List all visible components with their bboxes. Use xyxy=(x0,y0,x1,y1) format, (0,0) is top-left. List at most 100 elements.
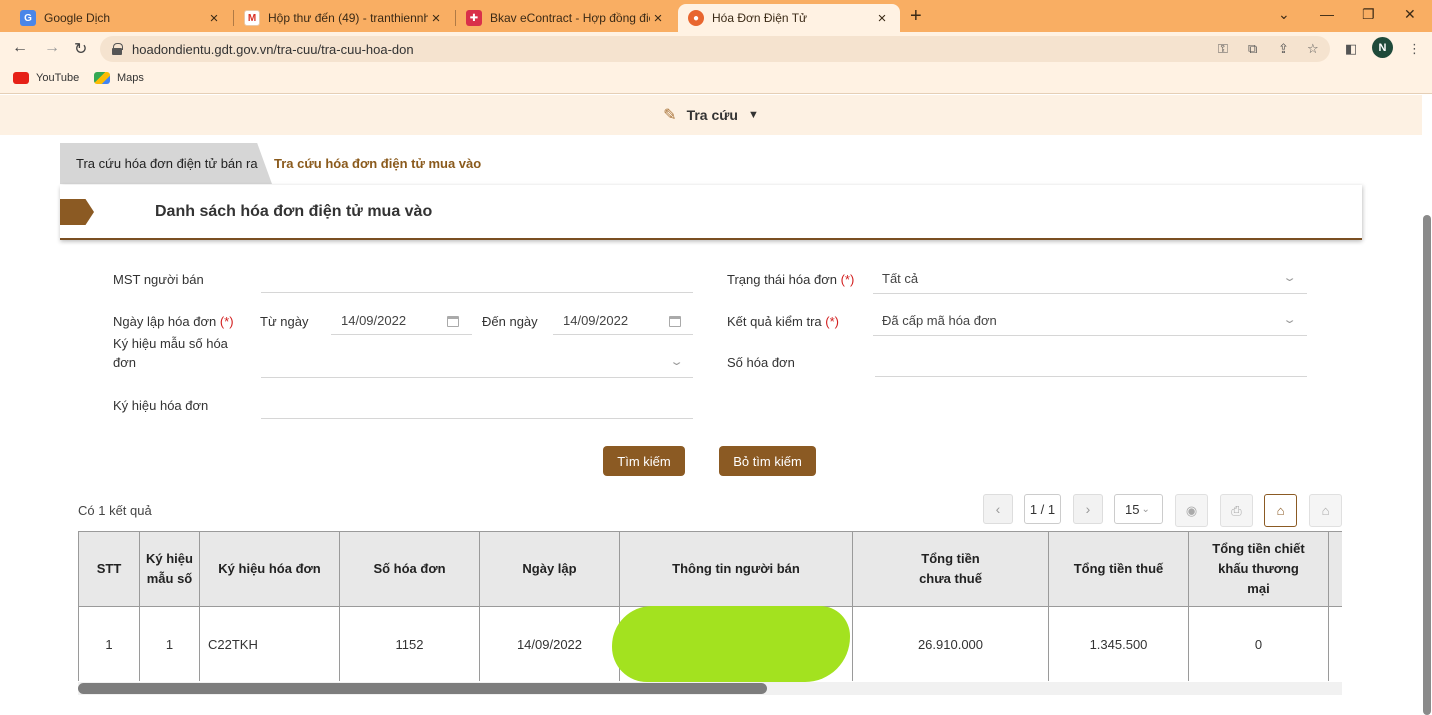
forward-arrow-icon[interactable]: → xyxy=(44,39,60,57)
minimize-icon[interactable]: — xyxy=(1320,6,1334,22)
bookmark-maps[interactable]: Maps xyxy=(94,72,144,84)
col-template-code[interactable]: Ký hiệu mẫu số xyxy=(139,531,200,607)
invoice-status-label: Trạng thái hóa đơn (*) xyxy=(727,272,855,287)
clear-search-button[interactable]: Bỏ tìm kiếm xyxy=(719,446,816,476)
view-detail-icon[interactable]: ◉ xyxy=(1175,494,1208,527)
reload-icon[interactable]: ↻ xyxy=(74,39,87,59)
calendar-icon[interactable] xyxy=(447,316,459,327)
redaction-mark xyxy=(612,606,850,682)
result-count: Có 1 kết quả xyxy=(78,503,152,518)
back-arrow-icon[interactable]: ← xyxy=(12,39,28,57)
export-excel-icon[interactable]: ⌂ xyxy=(1264,494,1297,527)
caret-down-icon[interactable]: ▼ xyxy=(748,109,759,121)
close-icon[interactable]: × xyxy=(206,10,222,27)
close-icon[interactable]: × xyxy=(650,10,666,27)
search-document-icon: ✎ xyxy=(663,107,677,124)
profile-avatar[interactable]: N xyxy=(1372,37,1393,58)
restore-icon[interactable]: ❐ xyxy=(1362,6,1375,23)
col-invoice-number[interactable]: Số hóa đơn xyxy=(339,531,480,607)
col-seller-info[interactable]: Thông tin người bán xyxy=(619,531,853,607)
col-total-before-tax[interactable]: Tổng tiền chưa thuế xyxy=(852,531,1049,607)
cell-stt: 1 xyxy=(78,606,140,681)
window-close-icon[interactable]: ✕ xyxy=(1404,6,1416,23)
col-issue-date[interactable]: Ngày lập xyxy=(479,531,620,607)
col-total-tax[interactable]: Tổng tiền thuế xyxy=(1048,531,1189,607)
seller-tax-code-input[interactable] xyxy=(261,292,693,293)
tab-title: Bkav eContract - Hợp đồng điện xyxy=(490,11,650,25)
new-tab-plus-icon[interactable]: + xyxy=(910,5,922,28)
from-date-value[interactable]: 14/09/2022 xyxy=(341,313,406,328)
youtube-icon xyxy=(13,72,29,84)
col-overflow xyxy=(1328,531,1342,607)
section-header: Danh sách hóa đơn điện tử mua vào xyxy=(60,185,1362,240)
bookmark-label: Maps xyxy=(117,72,144,84)
tab-gmail[interactable]: M Hộp thư đến (49) - tranthiennhar × xyxy=(234,4,454,32)
chevron-down-icon[interactable]: ⌄ xyxy=(1282,271,1297,284)
template-code-select[interactable] xyxy=(261,377,693,378)
cell-invoice-symbol: C22TKH xyxy=(199,606,340,681)
to-date-label: Đến ngày xyxy=(482,314,538,329)
tab-google-translate[interactable]: G Google Dịch × xyxy=(10,4,232,32)
tab-bkav[interactable]: ✚ Bkav eContract - Hợp đồng điện × xyxy=(456,4,676,32)
cell-invoice-number: 1152 xyxy=(339,606,480,681)
cell-template-code: 1 xyxy=(139,606,200,681)
url-text: hoadondientu.gdt.gov.vn/tra-cuu/tra-cuu-… xyxy=(132,41,414,57)
col-invoice-symbol[interactable]: Ký hiệu hóa đơn xyxy=(199,531,340,607)
share-icon[interactable]: ⇪ xyxy=(1278,41,1289,57)
calendar-icon[interactable] xyxy=(669,316,681,327)
seller-tax-code-label: MST người bán xyxy=(113,272,204,287)
chevron-down-icon[interactable]: ⌄ xyxy=(1282,313,1297,326)
vertical-scroll-thumb[interactable] xyxy=(1423,215,1431,715)
gmail-icon: M xyxy=(244,10,260,26)
translate-icon[interactable]: ⧉ xyxy=(1248,41,1257,57)
chevron-down-icon[interactable]: ⌄ xyxy=(669,355,684,368)
invoice-number-label: Số hóa đơn xyxy=(727,355,795,370)
tab-title: Google Dịch xyxy=(44,11,111,25)
browser-tab-strip: G Google Dịch × M Hộp thư đến (49) - tra… xyxy=(0,0,1432,32)
invoice-status-select[interactable] xyxy=(873,293,1307,294)
key-icon[interactable]: ⚿ xyxy=(1218,41,1228,57)
invoice-number-input[interactable] xyxy=(875,376,1307,377)
cell-total-tax: 1.345.500 xyxy=(1048,606,1189,681)
maps-icon xyxy=(94,72,110,84)
tab-purchased-invoices[interactable]: Tra cứu hóa đơn điện tử mua vào xyxy=(274,143,481,184)
star-icon[interactable]: ☆ xyxy=(1307,41,1319,57)
tab-einvoice[interactable]: ● Hóa Đơn Điện Tử × xyxy=(678,4,900,32)
address-bar-row: ← → ↻ hoadondientu.gdt.gov.vn/tra-cuu/tr… xyxy=(0,32,1432,66)
invoice-symbol-input[interactable] xyxy=(261,418,693,419)
tab-sold-invoices[interactable]: Tra cứu hóa đơn điện tử bán ra xyxy=(60,143,272,184)
col-total-discount[interactable]: Tổng tiền chiết khấu thương mại xyxy=(1188,531,1329,607)
close-icon[interactable]: × xyxy=(428,10,444,27)
cell-issue-date: 14/09/2022 xyxy=(479,606,620,681)
col-stt[interactable]: STT xyxy=(78,531,140,607)
page-indicator: 1 / 1 xyxy=(1024,494,1061,524)
search-button[interactable]: Tìm kiếm xyxy=(603,446,685,476)
more-menu-icon[interactable]: ⋮ xyxy=(1408,41,1421,57)
from-date-input[interactable] xyxy=(331,334,472,335)
page-title: Danh sách hóa đơn điện tử mua vào xyxy=(155,203,433,220)
check-result-select[interactable] xyxy=(873,335,1307,336)
tab-title: Hóa Đơn Điện Tử xyxy=(712,11,808,25)
horizontal-scroll-thumb[interactable] xyxy=(78,683,767,694)
prev-page-icon[interactable]: ‹ xyxy=(983,494,1013,524)
menu-tra-cuu[interactable]: Tra cứu xyxy=(687,107,738,123)
check-result-value[interactable]: Đã cấp mã hóa đơn xyxy=(882,313,997,328)
tab-search-chevron-icon[interactable]: ⌄ xyxy=(1278,6,1290,23)
invoice-status-value[interactable]: Tất cả xyxy=(882,271,918,286)
page-size-select[interactable]: 15 ⌄ xyxy=(1114,494,1163,524)
side-panel-icon[interactable]: ◧ xyxy=(1345,41,1357,57)
cell-total-discount: 0 xyxy=(1188,606,1329,681)
cell-overflow xyxy=(1328,606,1342,681)
print-icon[interactable]: ⎙ xyxy=(1220,494,1253,527)
close-icon[interactable]: × xyxy=(874,10,890,27)
bookmarks-bar: YouTube Maps xyxy=(0,66,1432,94)
google-translate-icon: G xyxy=(20,10,36,26)
download-icon[interactable]: ⌂ xyxy=(1309,494,1342,527)
bookmark-youtube[interactable]: YouTube xyxy=(13,72,79,84)
bookmark-label: YouTube xyxy=(36,72,80,84)
next-page-icon[interactable]: › xyxy=(1073,494,1103,524)
to-date-input[interactable] xyxy=(553,334,693,335)
url-bar[interactable]: hoadondientu.gdt.gov.vn/tra-cuu/tra-cuu-… xyxy=(100,36,1330,62)
to-date-value[interactable]: 14/09/2022 xyxy=(563,313,628,328)
bkav-icon: ✚ xyxy=(466,10,482,26)
